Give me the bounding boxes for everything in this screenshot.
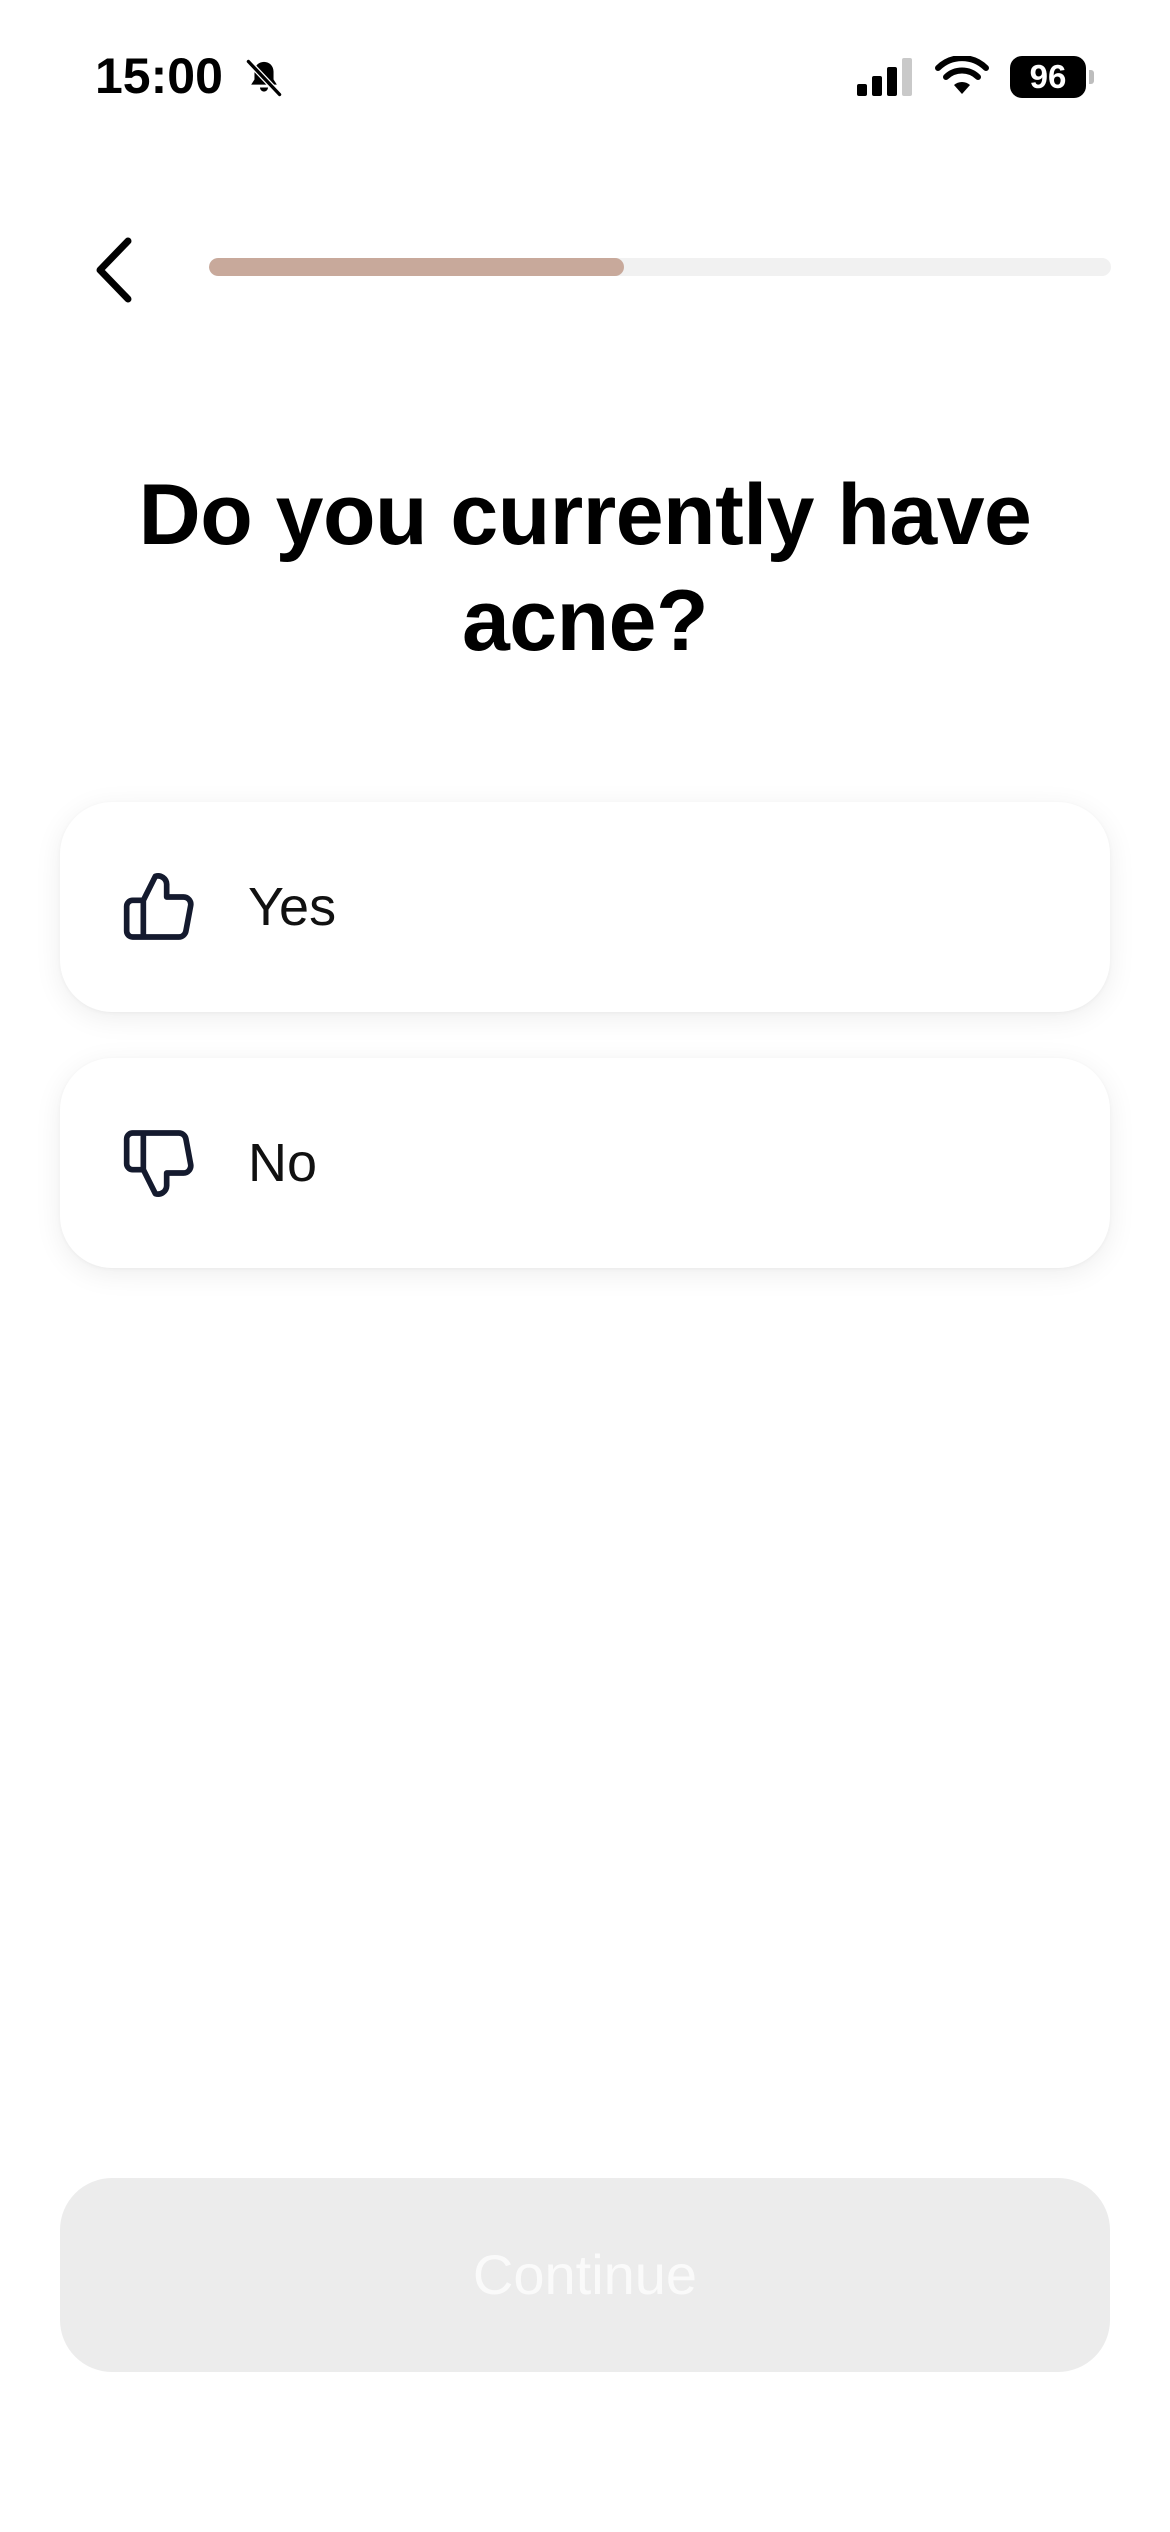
option-yes[interactable]: Yes [60,802,1110,1012]
back-button[interactable] [70,220,160,320]
option-label: No [248,1133,318,1193]
progress-bar [209,258,1111,276]
battery-nub [1089,70,1094,84]
option-label: Yes [248,877,337,937]
continue-button[interactable]: Continue [60,2178,1110,2372]
bell-slash-icon [245,58,283,98]
wifi-icon [935,56,989,94]
thumbs-up-icon [123,873,194,940]
thumbs-down-icon [123,1130,194,1197]
option-no[interactable]: No [60,1058,1110,1268]
status-time: 15:00 [95,48,223,104]
progress-fill [209,258,624,276]
status-bar: 15:00 96 [0,0,1170,150]
question-title: Do you currently have acne? [138,467,1032,669]
chevron-left-icon [96,237,132,303]
cellular-signal-icon [857,58,912,96]
battery-icon: 96 [1010,56,1086,98]
